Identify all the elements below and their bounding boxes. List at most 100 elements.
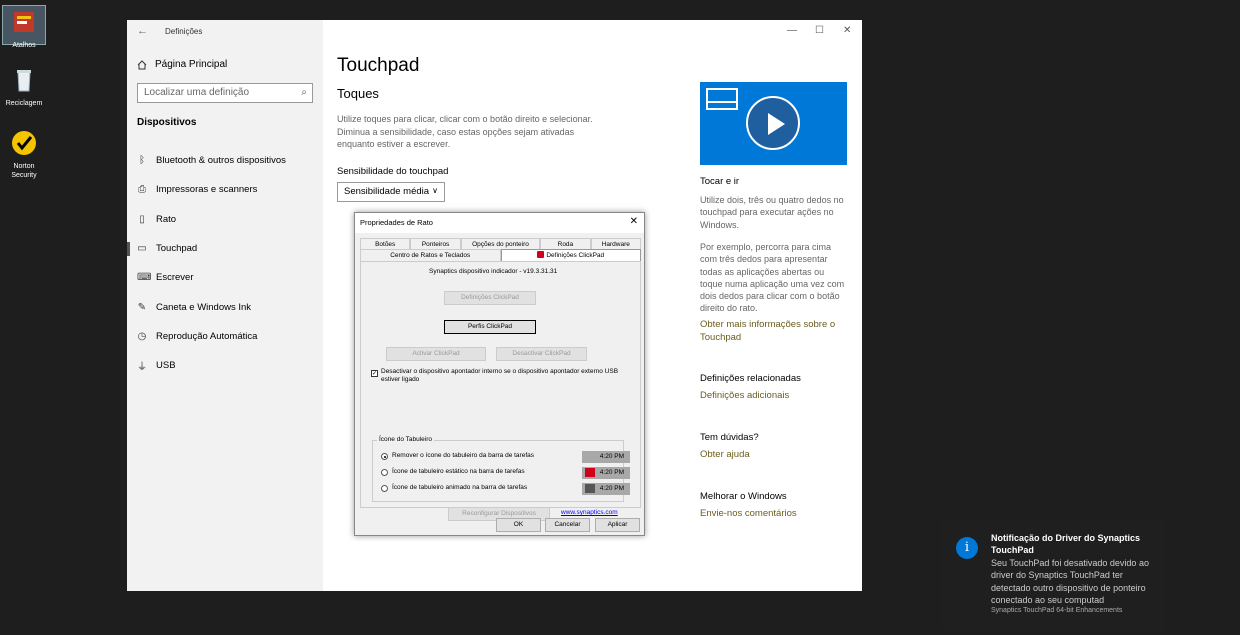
cancel-button[interactable]: Cancelar: [545, 518, 590, 532]
more-info-link[interactable]: Obter mais informações sobre o Touchpad: [700, 319, 840, 344]
taps-description: Utilize toques para clicar, clicar com o…: [337, 114, 593, 149]
sidebar-item-usb[interactable]: ⏚ USB: [127, 351, 323, 380]
play-icon[interactable]: [746, 96, 800, 150]
norton-security-icon: [12, 131, 36, 155]
activate-clickpad-button[interactable]: Activar ClickPad: [386, 347, 486, 361]
tab-clickpad-settings[interactable]: Definições ClickPad: [500, 249, 641, 261]
sidebar-item-label: Impressoras e scanners: [156, 184, 258, 196]
sidebar-nav: ᛒ Bluetooth & outros dispositivos ⎙ Impres…: [127, 146, 323, 380]
deactivate-clickpad-button[interactable]: Desactivar ClickPad: [496, 347, 587, 361]
sidebar-item-bluetooth[interactable]: ᛒ Bluetooth & outros dispositivos: [127, 146, 323, 175]
tab-label: Definições ClickPad: [546, 252, 605, 259]
ok-button[interactable]: OK: [496, 518, 541, 532]
info-icon: i: [956, 537, 978, 559]
radio-static-tray-icon[interactable]: [381, 469, 388, 476]
tab-mouse-keyboard-center[interactable]: Centro de Ratos e Teclados: [360, 249, 501, 261]
touchpad-illustration-icon: [706, 88, 738, 110]
sidebar-item-label: Rato: [156, 213, 177, 225]
questions-title: Tem dúvidas?: [700, 432, 759, 443]
minimize-icon[interactable]: —: [787, 25, 797, 36]
related-settings-title: Definições relacionadas: [700, 373, 801, 384]
additional-settings-link[interactable]: Definições adicionais: [700, 390, 789, 403]
desktop-icon-label: Norton Security: [11, 163, 37, 179]
bluetooth-icon: ᛒ: [139, 155, 145, 167]
desktop-icon-recycle-bin[interactable]: Reciclagem: [2, 66, 46, 108]
sidebar-item-label: Reprodução Automática: [156, 330, 258, 342]
sidebar-item-mouse[interactable]: ▯ Rato: [127, 205, 323, 234]
disable-internal-label: Desactivar o dispositivo apontador inter…: [381, 368, 619, 383]
usb-icon: ⏚: [137, 362, 147, 374]
chevron-down-icon: ∨: [432, 186, 438, 195]
animated-tray-icon: [585, 484, 595, 493]
feedback-link[interactable]: Envie-nos comentários: [700, 508, 797, 521]
sensitivity-value: Sensibilidade média: [344, 186, 430, 197]
clock-time: 4:20 PM: [599, 453, 624, 460]
apply-button[interactable]: Aplicar: [595, 518, 640, 532]
sidebar-item-touchpad[interactable]: ▭ Touchpad: [127, 234, 323, 263]
page-title: Touchpad: [337, 55, 420, 76]
clickpad-panel: Synaptics dispositivo indicador - v19.3.…: [360, 261, 641, 521]
sensitivity-label: Sensibilidade do touchpad: [337, 166, 449, 177]
video-thumbnail[interactable]: [700, 82, 847, 165]
synaptics-icon: [537, 251, 545, 258]
dialog-titlebar: Propriedades de Rato ✕: [355, 213, 644, 233]
clock-time: 4:20 PM: [599, 469, 624, 476]
toast-source: Synaptics TouchPad 64-bit Enhancements: [991, 607, 1123, 614]
window-title: Definições: [165, 27, 203, 36]
home-icon: [137, 59, 147, 69]
mouse-properties-dialog: Propriedades de Rato ✕ Botões Ponteiros …: [354, 212, 645, 536]
group-title: Ícone do Tabuleiro: [377, 436, 435, 443]
sidebar-item-autoplay[interactable]: ◷ Reprodução Automática: [127, 322, 323, 351]
home-link[interactable]: Página Principal: [137, 59, 227, 70]
pen-icon: ✎: [137, 301, 147, 313]
clickpad-profiles-button[interactable]: Perfis ClickPad: [444, 320, 536, 334]
desktop-icon-atalhos[interactable]: Atalhos: [2, 5, 46, 49]
get-help-link[interactable]: Obter ajuda: [700, 449, 750, 462]
sidebar-item-label: USB: [156, 360, 176, 372]
clickpad-settings-button[interactable]: Definições ClickPad: [444, 291, 536, 305]
improve-windows-title: Melhorar o Windows: [700, 491, 787, 502]
sidebar-item-label: Bluetooth & outros dispositivos: [156, 155, 286, 167]
sidebar-item-label: Caneta e Windows Ink: [156, 301, 252, 313]
sidebar-item-pen[interactable]: ✎ Caneta e Windows Ink: [127, 292, 323, 321]
keyboard-icon: ⌨: [137, 272, 152, 284]
radio-animated-tray-icon[interactable]: [381, 485, 388, 492]
section-heading: Dispositivos: [137, 117, 197, 128]
radio-remove-tray-icon[interactable]: [381, 453, 388, 460]
clock-time: 4:20 PM: [599, 485, 624, 492]
desktop-icon-norton[interactable]: Norton Security: [2, 129, 46, 180]
recycle-bin-icon: [17, 70, 31, 92]
back-arrow-icon[interactable]: ←: [137, 25, 148, 37]
driver-version: Synaptics dispositivo indicador - v19.3.…: [429, 268, 558, 275]
close-icon[interactable]: ✕: [630, 216, 638, 227]
maximize-icon[interactable]: ☐: [815, 25, 824, 36]
sensitivity-dropdown[interactable]: Sensibilidade média ∨: [337, 182, 445, 202]
sidebar-item-typing[interactable]: ⌨ Escrever: [127, 263, 323, 292]
radio-label: Remover o ícone do tabuleiro da barra de…: [392, 452, 535, 459]
disable-internal-checkbox[interactable]: ✓: [371, 370, 378, 377]
home-label: Página Principal: [155, 59, 228, 70]
tray-preview-static: 4:20 PM: [582, 467, 630, 479]
tab-row-2: Centro de Ratos e Teclados Definições Cl…: [360, 249, 641, 261]
gesture-example: Por exemplo, percorra para cima com três…: [700, 242, 845, 314]
sidebar-item-label: Escrever: [156, 272, 194, 284]
autoplay-icon: ◷: [137, 330, 147, 342]
tray-preview-animated: 4:20 PM: [582, 483, 630, 495]
gesture-description: Utilize dois, três ou quatro dedos no to…: [700, 195, 844, 230]
synaptics-website-link[interactable]: www.synaptics.com: [561, 509, 618, 516]
shortcut-folder-icon: [14, 12, 34, 32]
sidebar-item-label: Touchpad: [156, 243, 198, 255]
desktop-icon-label: Reciclagem: [5, 100, 43, 107]
sidebar-item-printers[interactable]: ⎙ Impressoras e scanners: [127, 175, 323, 204]
search-placeholder: Localizar uma definição: [144, 87, 250, 98]
search-icon[interactable]: ⌕: [301, 87, 307, 98]
printer-icon: ⎙: [138, 184, 146, 196]
video-title: Tocar e ir: [700, 176, 740, 187]
toast-notification[interactable]: i Notificação do Driver do Synaptics Tou…: [942, 519, 1165, 631]
search-input[interactable]: Localizar uma definição ⌕: [137, 83, 313, 103]
close-icon[interactable]: ✕: [843, 25, 851, 36]
radio-label: Ícone de tabuleiro animado na barra de t…: [392, 484, 528, 491]
dialog-title: Propriedades de Rato: [360, 218, 433, 227]
tray-preview-none: 4:20 PM: [582, 451, 630, 463]
toast-title: Notificação do Driver do Synaptics Touch…: [991, 533, 1141, 555]
